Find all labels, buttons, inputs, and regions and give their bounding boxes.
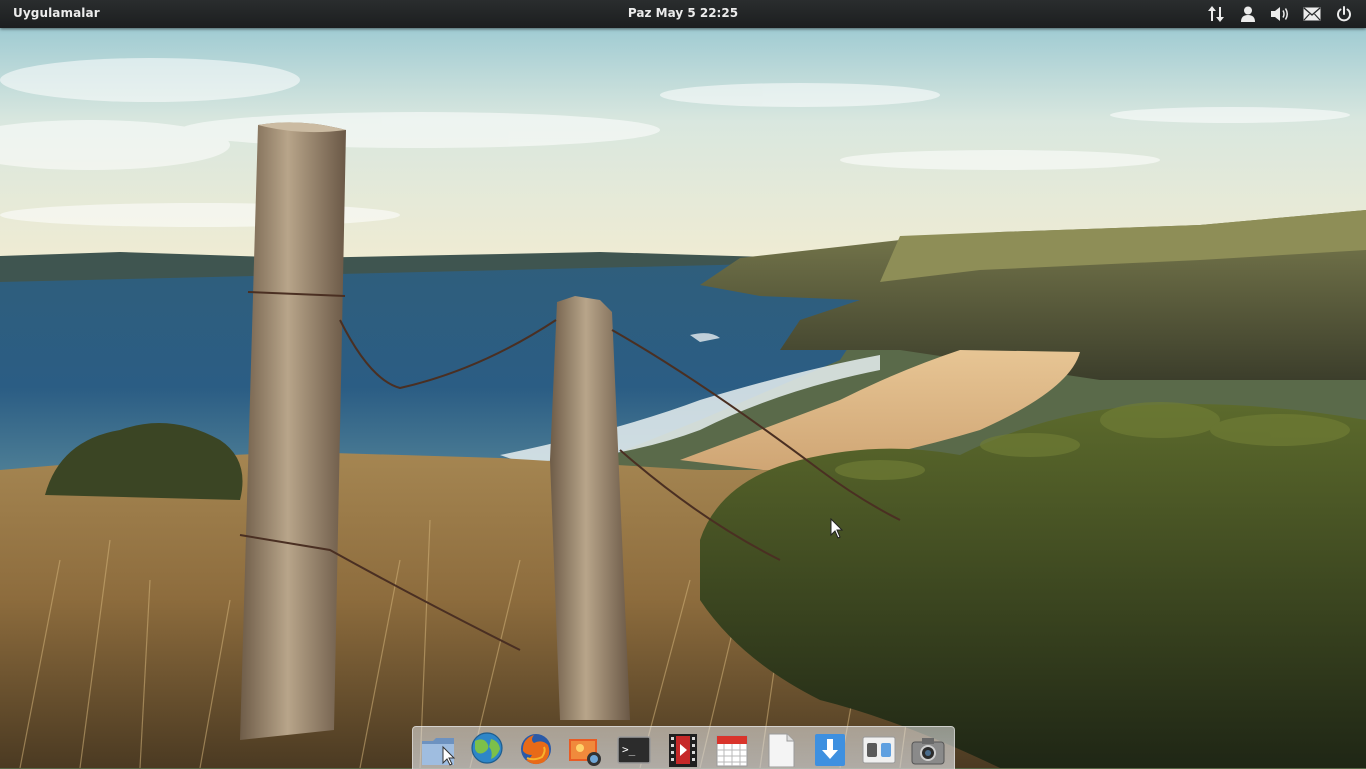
- clock[interactable]: Paz May 5 22:25: [628, 6, 738, 20]
- dock-shotwell-icon[interactable]: [565, 731, 605, 769]
- dock-settings-icon[interactable]: [859, 731, 899, 769]
- svg-text:>_: >_: [622, 743, 636, 756]
- dock-video-icon[interactable]: [663, 731, 703, 769]
- dock-software-center-icon[interactable]: [810, 731, 850, 769]
- desktop-wallpaper: [0, 0, 1366, 768]
- clock-container: Paz May 5 22:25: [0, 6, 1366, 20]
- indicator-area: [1200, 0, 1360, 28]
- power-icon[interactable]: [1328, 0, 1360, 28]
- mail-icon[interactable]: [1296, 0, 1328, 28]
- network-icon[interactable]: [1200, 0, 1232, 28]
- dock: >_: [412, 726, 955, 769]
- dock-firefox-icon[interactable]: [516, 731, 556, 769]
- applications-menu-button[interactable]: Uygulamalar: [13, 6, 100, 20]
- dock-files-icon[interactable]: [418, 731, 458, 769]
- dock-text-editor-icon[interactable]: [761, 731, 801, 769]
- user-icon[interactable]: [1232, 0, 1264, 28]
- dock-terminal-icon[interactable]: >_: [614, 731, 654, 769]
- dock-calendar-icon[interactable]: [712, 731, 752, 769]
- top-panel: Uygulamalar Paz May 5 22:25: [0, 0, 1366, 28]
- mouse-cursor-icon: [830, 517, 844, 544]
- dock-camera-icon[interactable]: [908, 731, 948, 769]
- dock-browser-icon[interactable]: [467, 731, 507, 769]
- volume-icon[interactable]: [1264, 0, 1296, 28]
